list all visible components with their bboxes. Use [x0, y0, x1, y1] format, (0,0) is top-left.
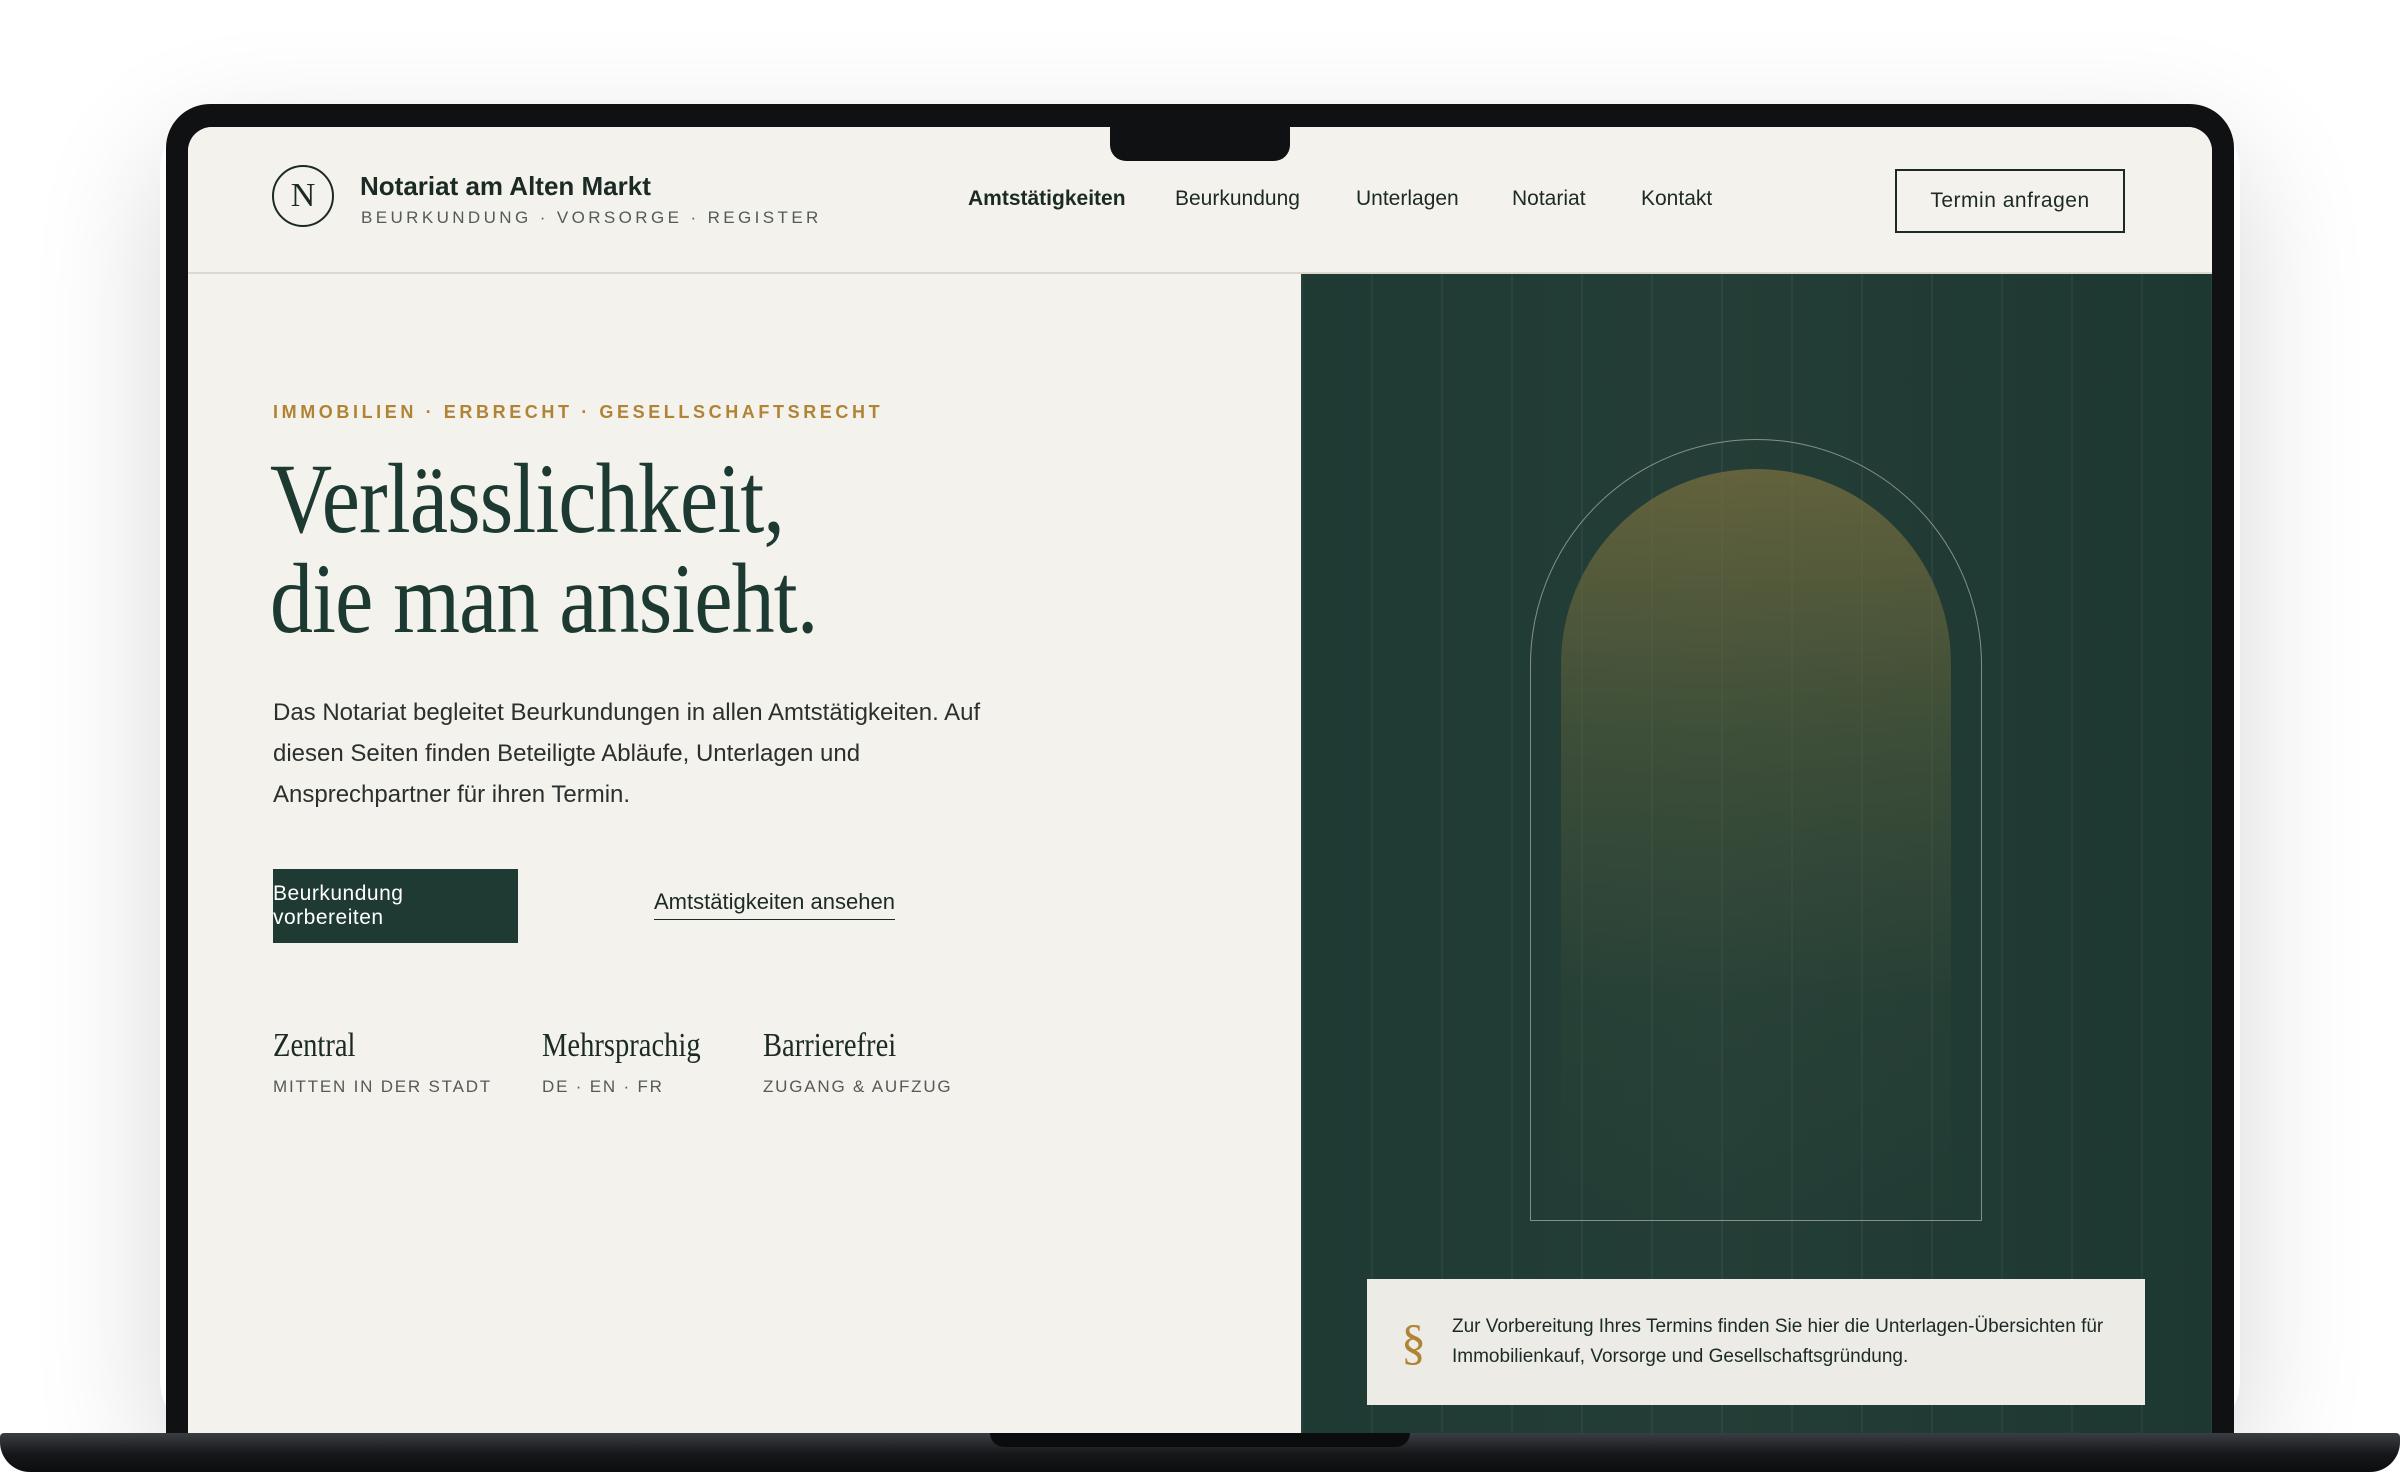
feature-central: Zentral MITTEN IN DER STADT: [273, 1027, 492, 1097]
view-activities-link[interactable]: Amtstätigkeiten ansehen: [654, 889, 895, 920]
feature-title: Zentral: [273, 1027, 356, 1064]
headline-line-2: die man ansieht.: [270, 543, 818, 654]
feature-subtitle: DE · EN · FR: [542, 1077, 664, 1096]
section-sign-icon: §: [1401, 1314, 1426, 1370]
nav-item-amtstaetigkeiten[interactable]: Amtstätigkeiten: [968, 187, 1126, 211]
nav-item-notariat[interactable]: Notariat: [1512, 187, 1586, 211]
info-note: § Zur Vorbereitung Ihres Termins finden …: [1367, 1279, 2145, 1405]
nav-item-unterlagen[interactable]: Unterlagen: [1356, 187, 1459, 211]
request-appointment-button[interactable]: Termin anfragen: [1895, 169, 2125, 233]
laptop-base-notch: [990, 1433, 1410, 1447]
feature-subtitle: MITTEN IN DER STADT: [273, 1077, 492, 1096]
feature-subtitle: ZUGANG & AUFZUG: [763, 1077, 953, 1096]
feature-title: Mehrsprachig: [542, 1027, 701, 1064]
arch-outline: [1530, 439, 1982, 1221]
prepare-notarization-button[interactable]: Beurkundung vorbereiten: [273, 869, 518, 943]
browser-viewport: N Notariat am Alten Markt BEURKUNDUNG · …: [188, 127, 2212, 1440]
nav-item-beurkundung[interactable]: Beurkundung: [1175, 187, 1300, 211]
camera-notch: [1110, 127, 1290, 161]
hero-lead: Das Notariat begleitet Beurkundungen in …: [273, 699, 981, 808]
nav-item-kontakt[interactable]: Kontakt: [1641, 187, 1712, 211]
feature-accessible: Barrierefrei ZUGANG & AUFZUG: [763, 1027, 952, 1097]
feature-title: Barrierefrei: [763, 1027, 897, 1064]
headline-line-1: Verlässlichkeit,: [270, 443, 785, 554]
hero-eyebrow: IMMOBILIEN · ERBRECHT · GESELLSCHAFTSREC…: [273, 402, 884, 422]
feature-multilingual: Mehrsprachig DE · EN · FR: [542, 1027, 731, 1097]
info-note-text: Zur Vorbereitung Ihres Termins finden Si…: [1452, 1316, 2104, 1367]
hero-headline: Verlässlichkeit, die man ansieht.: [270, 443, 818, 654]
hero-visual-panel: [1301, 274, 2212, 1440]
